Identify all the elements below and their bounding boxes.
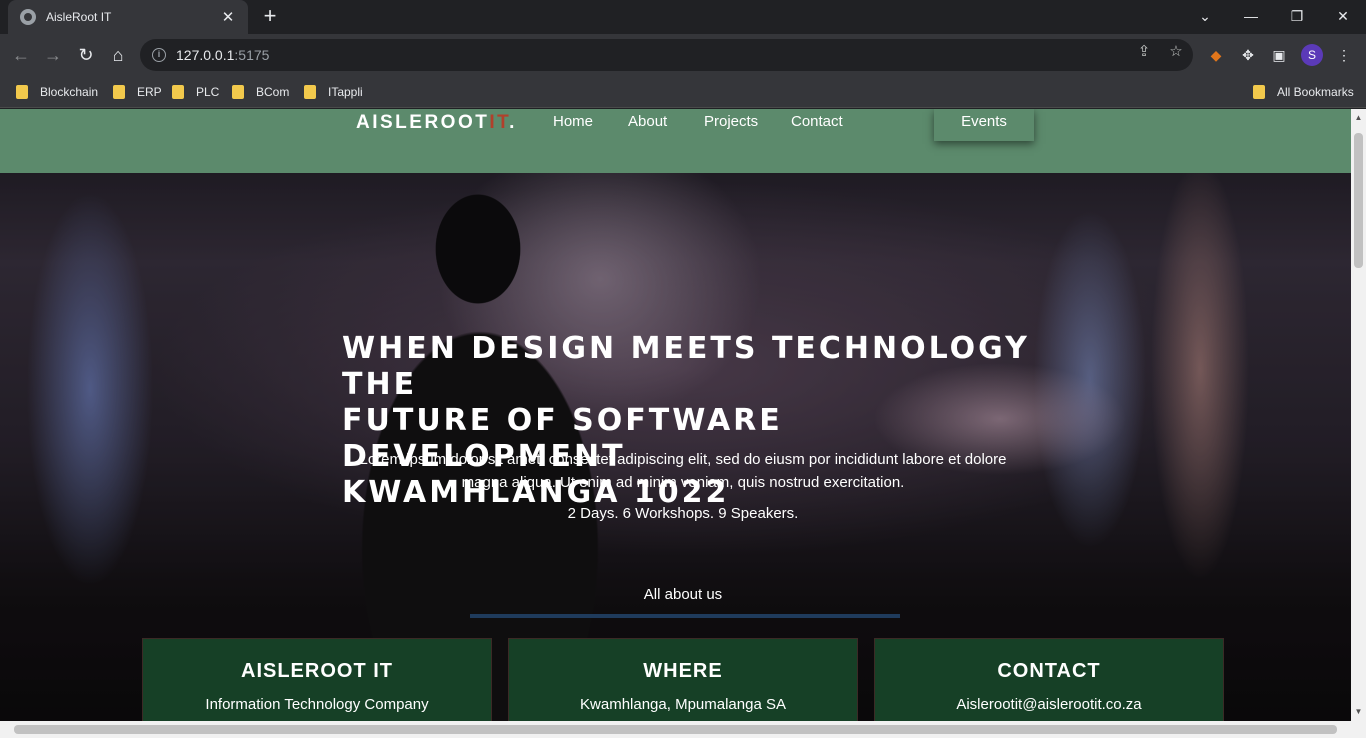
folder-icon xyxy=(16,85,28,99)
bookmark-label: ITappli xyxy=(328,85,363,99)
info-card-where: WHERE Kwamhlanga, Mpumalanga SA xyxy=(508,638,858,721)
info-card-company: AISLEROOT IT Information Technology Comp… xyxy=(142,638,492,721)
extensions-icon[interactable]: ✥ xyxy=(1238,45,1258,65)
logo-dot: . xyxy=(509,112,517,133)
globe-icon xyxy=(20,9,36,25)
forward-icon[interactable]: → xyxy=(40,42,66,68)
card-subtitle: Kwamhlanga, Mpumalanga SA xyxy=(580,696,786,713)
tab-search-icon[interactable]: ⌄ xyxy=(1182,0,1228,32)
vertical-scrollbar[interactable]: ▲ ▼ xyxy=(1351,109,1366,721)
about-underline xyxy=(470,614,900,618)
nav-contact[interactable]: Contact xyxy=(791,113,843,130)
bookmark-label: PLC xyxy=(196,85,220,99)
menu-icon[interactable]: ⋮ xyxy=(1334,45,1354,65)
folder-icon xyxy=(113,85,125,99)
url-port: :5175 xyxy=(234,47,270,63)
horizontal-scroll-thumb[interactable] xyxy=(14,725,1337,734)
nav-about[interactable]: About xyxy=(628,113,667,130)
tab-strip: AisleRoot IT ✕ + ⌄ — ❐ ✕ xyxy=(0,0,1366,34)
nav-home[interactable]: Home xyxy=(553,113,593,130)
close-tab-icon[interactable]: ✕ xyxy=(220,8,236,26)
address-bar[interactable]: i 127.0.0.1:5175 xyxy=(140,39,1193,71)
card-title: AISLEROOT IT xyxy=(241,660,393,682)
bookmark-folder[interactable]: ITappli xyxy=(304,82,363,102)
scroll-down-arrow-icon[interactable]: ▼ xyxy=(1354,707,1363,716)
site-navbar: AISLEROOTIT. Home About Projects Contact… xyxy=(0,109,1351,173)
new-tab-button[interactable]: + xyxy=(258,4,282,28)
bookmark-label: BCom xyxy=(256,85,290,99)
share-icon[interactable]: ⇪ xyxy=(1133,42,1155,60)
horizontal-scrollbar[interactable] xyxy=(0,721,1366,738)
logo-accent-text: IT xyxy=(489,112,510,133)
browser-toolbar: ← → ↻ ⌂ i 127.0.0.1:5175 ⇪ ☆ ◆ ✥ ▣ S ⋮ xyxy=(0,34,1366,76)
card-subtitle[interactable]: Aislerootit@aislerootit.co.za xyxy=(875,696,1223,713)
hero-lead-text: Lorem ipsum dolor sit amet, consectet ad… xyxy=(359,451,1007,491)
site-logo[interactable]: AISLEROOTIT. xyxy=(356,112,517,134)
card-title: CONTACT xyxy=(997,660,1101,682)
bookmark-label: ERP xyxy=(137,85,162,99)
site-info-icon[interactable]: i xyxy=(152,48,166,62)
bookmark-folder[interactable]: BCom xyxy=(232,82,289,102)
profile-avatar[interactable]: S xyxy=(1301,44,1323,66)
scroll-up-arrow-icon[interactable]: ▲ xyxy=(1354,113,1363,122)
card-title: WHERE xyxy=(643,660,723,682)
folder-icon xyxy=(1253,85,1265,99)
bookmark-folder[interactable]: PLC xyxy=(172,82,219,102)
home-icon[interactable]: ⌂ xyxy=(105,42,131,68)
nav-projects[interactable]: Projects xyxy=(704,113,758,130)
back-icon[interactable]: ← xyxy=(8,42,34,68)
bookmark-label: All Bookmarks xyxy=(1277,85,1354,99)
all-bookmarks-folder[interactable]: All Bookmarks xyxy=(1253,82,1354,102)
events-button[interactable]: Events xyxy=(934,109,1034,141)
card-subtitle: Information Technology Company xyxy=(205,696,429,713)
side-panel-icon[interactable]: ▣ xyxy=(1269,45,1289,65)
close-window-button[interactable]: ✕ xyxy=(1320,0,1366,32)
about-heading: All about us xyxy=(643,586,723,603)
url-host: 127.0.0.1 xyxy=(176,47,235,63)
headline-line: WHEN DESIGN MEETS TECHNOLOGY THE xyxy=(342,331,1030,402)
browser-tab[interactable]: AisleRoot IT ✕ xyxy=(8,0,248,34)
page-viewport: AISLEROOTIT. Home About Projects Contact… xyxy=(0,109,1351,721)
minimize-button[interactable]: — xyxy=(1228,0,1274,32)
folder-icon xyxy=(304,85,316,99)
logo-text: AISLEROOT xyxy=(356,112,490,133)
hero-stats-text: 2 Days. 6 Workshops. 9 Speakers. xyxy=(567,505,799,522)
bookmark-star-icon[interactable]: ☆ xyxy=(1165,42,1187,60)
restore-button[interactable]: ❐ xyxy=(1274,0,1320,32)
folder-icon xyxy=(172,85,184,99)
folder-icon xyxy=(232,85,244,99)
tab-title: AisleRoot IT xyxy=(46,10,112,24)
reload-icon[interactable]: ↻ xyxy=(73,42,99,68)
vertical-scroll-thumb[interactable] xyxy=(1354,133,1363,268)
bookmark-folder[interactable]: Blockchain xyxy=(16,82,98,102)
info-card-contact: CONTACT Aislerootit@aislerootit.co.za xyxy=(874,638,1224,721)
bookmarks-bar: Blockchain ERP PLC BCom ITappli All Book… xyxy=(0,76,1366,108)
bookmark-label: Blockchain xyxy=(40,85,99,99)
metamask-icon[interactable]: ◆ xyxy=(1206,45,1226,65)
bookmark-folder[interactable]: ERP xyxy=(113,82,162,102)
